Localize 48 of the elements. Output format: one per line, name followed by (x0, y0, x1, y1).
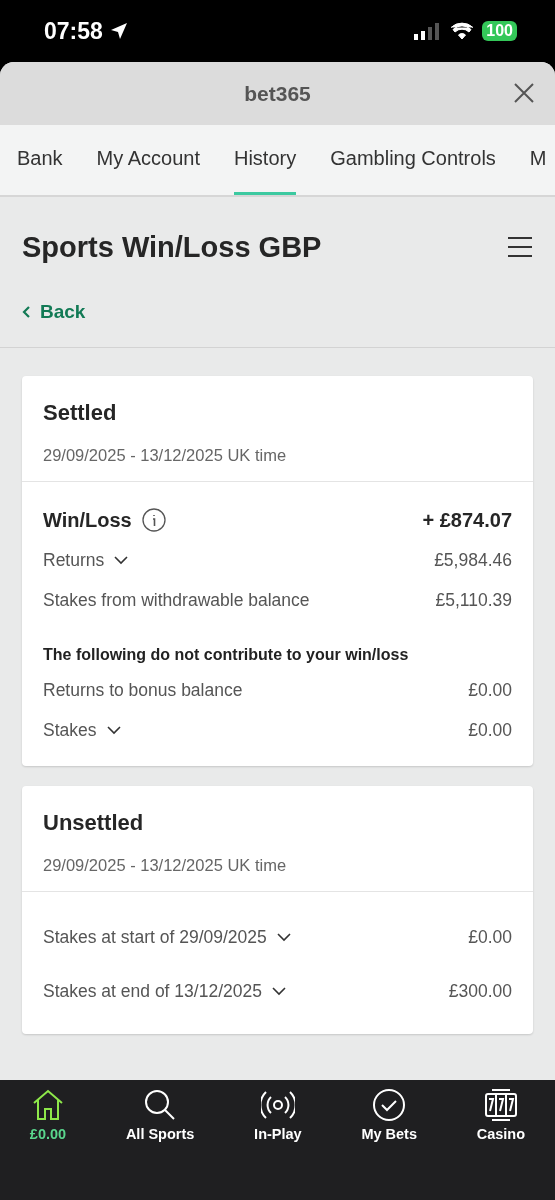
page-title: Sports Win/Loss GBP (22, 230, 322, 264)
back-link[interactable]: Back (22, 277, 86, 347)
row-label: Returns to bonus balance (43, 679, 243, 701)
info-icon[interactable] (141, 508, 166, 532)
row-value: £300.00 (448, 980, 512, 1002)
chevron-down-icon (271, 986, 286, 996)
tab[interactable]: Bank (17, 125, 63, 195)
row-label: Stakes from withdrawable balance (43, 589, 310, 611)
row-value: £5,110.39 (435, 589, 512, 611)
close-button[interactable] (513, 82, 535, 104)
status-time: 07:58 (44, 17, 103, 45)
expandable-label[interactable]: Stakes at end of 13/12/2025 (43, 980, 286, 1002)
nav-item[interactable]: £0.00 (23, 1088, 73, 1148)
card-title: Unsettled (43, 810, 145, 836)
chevron-down-icon (106, 725, 121, 735)
tab[interactable]: My Account (96, 125, 200, 195)
nav-item[interactable]: In-Play (248, 1088, 308, 1148)
chevron-left-icon (22, 306, 30, 318)
battery-level: 100 (482, 21, 517, 41)
nav-item[interactable]: Casino (470, 1088, 532, 1148)
chevron-down-icon (276, 932, 291, 942)
nav-item[interactable]: My Bets (355, 1088, 423, 1148)
date-range: 29/09/2025 - 13/12/2025 UK time (43, 856, 288, 875)
date-range: 29/09/2025 - 13/12/2025 UK time (43, 446, 288, 465)
tab[interactable]: History (234, 125, 297, 195)
expandable-label[interactable]: Stakes at start of 29/09/2025 (43, 926, 291, 948)
tab[interactable]: Gambling Controls (330, 125, 496, 195)
check-circle-icon (372, 1088, 407, 1122)
row-value: £0.00 (468, 926, 512, 948)
wifi-icon (450, 22, 475, 40)
slot-machine-icon (483, 1088, 518, 1122)
row-value: £0.00 (468, 719, 512, 741)
signal-icon (414, 22, 441, 40)
menu-button[interactable] (507, 236, 533, 258)
row-value: £0.00 (468, 679, 512, 701)
expandable-label[interactable]: Stakes (43, 719, 121, 741)
broadcast-icon (260, 1088, 295, 1122)
row-label: Win/Loss (43, 508, 166, 532)
expandable-label[interactable]: Returns (43, 549, 129, 571)
tab[interactable]: M (529, 125, 547, 195)
row-value: £5,984.46 (434, 549, 512, 571)
nav-item[interactable]: All Sports (119, 1088, 201, 1148)
home-icon (31, 1088, 65, 1122)
sheet-title: bet365 (244, 81, 311, 106)
chevron-down-icon (114, 555, 129, 565)
card-title: Settled (43, 400, 118, 426)
note-heading: The following do not contribute to your win/loss (43, 646, 410, 664)
row-value: + £874.07 (422, 508, 512, 532)
